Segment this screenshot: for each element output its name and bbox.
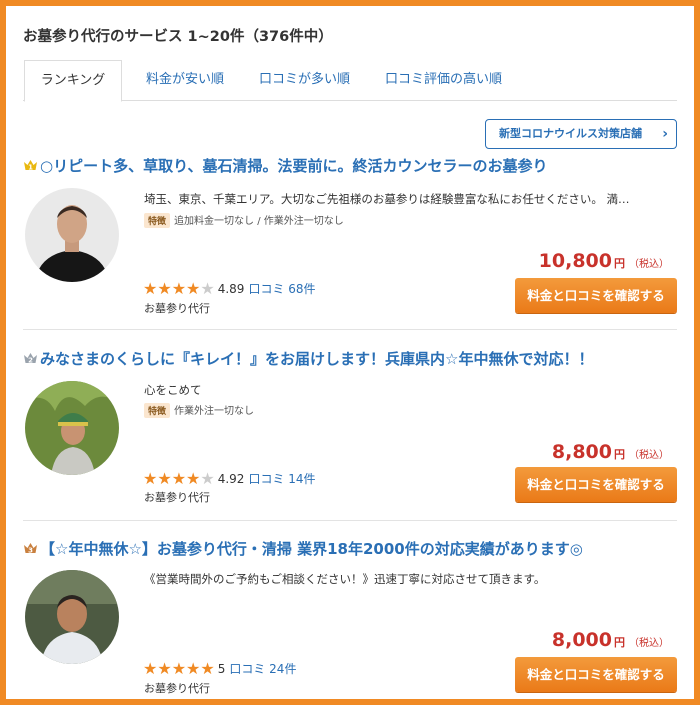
listing-title-text: ○リピート多、草取り、墓石清掃。法要前に。終活カウンセラーのお墓参り	[40, 157, 548, 175]
star-rating-icon: ★★★★★	[143, 279, 215, 298]
listing-title[interactable]: 2 みなさまのくらしに『キレイ！』をお届けします！兵庫県内☆年中無休で対応！！	[23, 348, 593, 369]
listing-rating: ★★★★★ 4.92 口コミ 14件	[143, 469, 316, 488]
silver-crown-icon: 2	[24, 353, 37, 365]
listing-card: 2 みなさまのくらしに『キレイ！』をお届けします！兵庫県内☆年中無休で対応！！ …	[23, 348, 677, 523]
view-price-reviews-button[interactable]: 料金と口コミを確認する	[515, 657, 677, 692]
tab-highest-rated[interactable]: 口コミ評価の高い順	[385, 60, 502, 101]
covid-measures-button[interactable]: 新型コロナウイルス対策店舗 ›	[485, 119, 677, 149]
price-tax-note: （税込）	[629, 638, 669, 649]
tab-ranking[interactable]: ランキング	[24, 60, 122, 102]
price-value: 10,800	[538, 250, 612, 272]
price-value: 8,800	[551, 441, 612, 463]
rating-score: 4.92	[217, 472, 245, 486]
listing-price: 10,800 円 （税込）	[539, 250, 669, 272]
divider	[23, 329, 677, 330]
view-price-reviews-button[interactable]: 料金と口コミを確認する	[515, 278, 677, 313]
provider-photo	[25, 381, 119, 475]
listing-rating: ★★★★★ 5 口コミ 24件	[143, 659, 296, 678]
listing-title-text: みなさまのくらしに『キレイ！』をお届けします！兵庫県内☆年中無休で対応！！	[40, 350, 594, 368]
review-count-link[interactable]: 口コミ 24件	[229, 662, 296, 676]
listing-card: 1 ○リピート多、草取り、墓石清掃。法要前に。終活カウンセラーのお墓参り 埼玉、…	[23, 155, 677, 330]
provider-avatar[interactable]	[25, 381, 119, 475]
price-tax-note: （税込）	[629, 450, 669, 461]
review-count-link[interactable]: 口コミ 68件	[248, 282, 315, 296]
price-unit: 円	[614, 636, 625, 649]
svg-text:2: 2	[28, 357, 33, 365]
page-frame: お墓参り代行のサービス 1~20件（376件中） ランキング 料金が安い順 口コ…	[6, 6, 694, 699]
page-title: お墓参り代行のサービス 1~20件（376件中）	[23, 29, 333, 45]
feature-text: 作業外注一切なし	[174, 406, 255, 417]
provider-photo	[25, 188, 119, 282]
listing-features: 特徴 追加料金一切なし / 作業外注一切なし	[144, 212, 344, 228]
feature-text: 追加料金一切なし / 作業外注一切なし	[174, 216, 344, 227]
star-rating-icon: ★★★★★	[143, 469, 215, 488]
listing-features: 特徴 作業外注一切なし	[144, 402, 254, 418]
rating-score: 5	[217, 662, 226, 676]
tab-most-reviews[interactable]: 口コミが多い順	[259, 60, 350, 101]
listing-category: お墓参り代行	[144, 302, 210, 315]
feature-badge: 特徴	[144, 403, 171, 418]
svg-text:3: 3	[28, 547, 33, 555]
sort-tabs: ランキング 料金が安い順 口コミが多い順 口コミ評価の高い順	[23, 60, 677, 102]
tab-price-low[interactable]: 料金が安い順	[146, 60, 224, 101]
divider	[23, 520, 677, 521]
listing-rating: ★★★★★ 4.89 口コミ 68件	[143, 279, 316, 298]
price-value: 8,000	[551, 629, 612, 651]
bronze-crown-icon: 3	[24, 543, 37, 555]
listing-category: お墓参り代行	[144, 682, 210, 695]
listing-title-text: 【☆年中無休☆】お墓参り代行・清掃 業界18年2000件の対応実績があります◎	[40, 540, 583, 558]
price-unit: 円	[614, 257, 625, 270]
price-tax-note: （税込）	[629, 259, 669, 270]
rating-score: 4.89	[217, 282, 245, 296]
listing-price: 8,000 円 （税込）	[552, 629, 669, 651]
listing-description: 《営業時間外のご予約もご相談ください！》迅速丁寧に対応させて頂きます。	[144, 572, 546, 586]
feature-badge: 特徴	[144, 213, 171, 228]
listing-description: 埼玉、東京、千葉エリア。大切なご先祖様のお墓参りは経験豊富な私にお任せください。…	[144, 192, 630, 206]
covid-measures-label: 新型コロナウイルス対策店舗	[499, 127, 642, 140]
listing-price: 8,800 円 （税込）	[552, 441, 669, 463]
listing-title[interactable]: 1 ○リピート多、草取り、墓石清掃。法要前に。終活カウンセラーのお墓参り	[23, 155, 548, 176]
listing-category: お墓参り代行	[144, 491, 210, 504]
listing-description: 心をこめて	[144, 383, 202, 397]
gold-crown-icon: 1	[24, 160, 37, 172]
provider-avatar[interactable]	[25, 188, 119, 282]
view-price-reviews-button[interactable]: 料金と口コミを確認する	[515, 467, 677, 502]
provider-photo	[25, 570, 119, 664]
star-rating-icon: ★★★★★	[143, 659, 215, 678]
price-unit: 円	[614, 448, 625, 461]
chevron-right-icon: ›	[662, 126, 668, 142]
svg-text:1: 1	[28, 164, 33, 172]
provider-avatar[interactable]	[25, 570, 119, 664]
review-count-link[interactable]: 口コミ 14件	[248, 472, 315, 486]
listing-title[interactable]: 3 【☆年中無休☆】お墓参り代行・清掃 業界18年2000件の対応実績があります…	[23, 538, 583, 559]
listing-card: 3 【☆年中無休☆】お墓参り代行・清掃 業界18年2000件の対応実績があります…	[23, 538, 677, 698]
